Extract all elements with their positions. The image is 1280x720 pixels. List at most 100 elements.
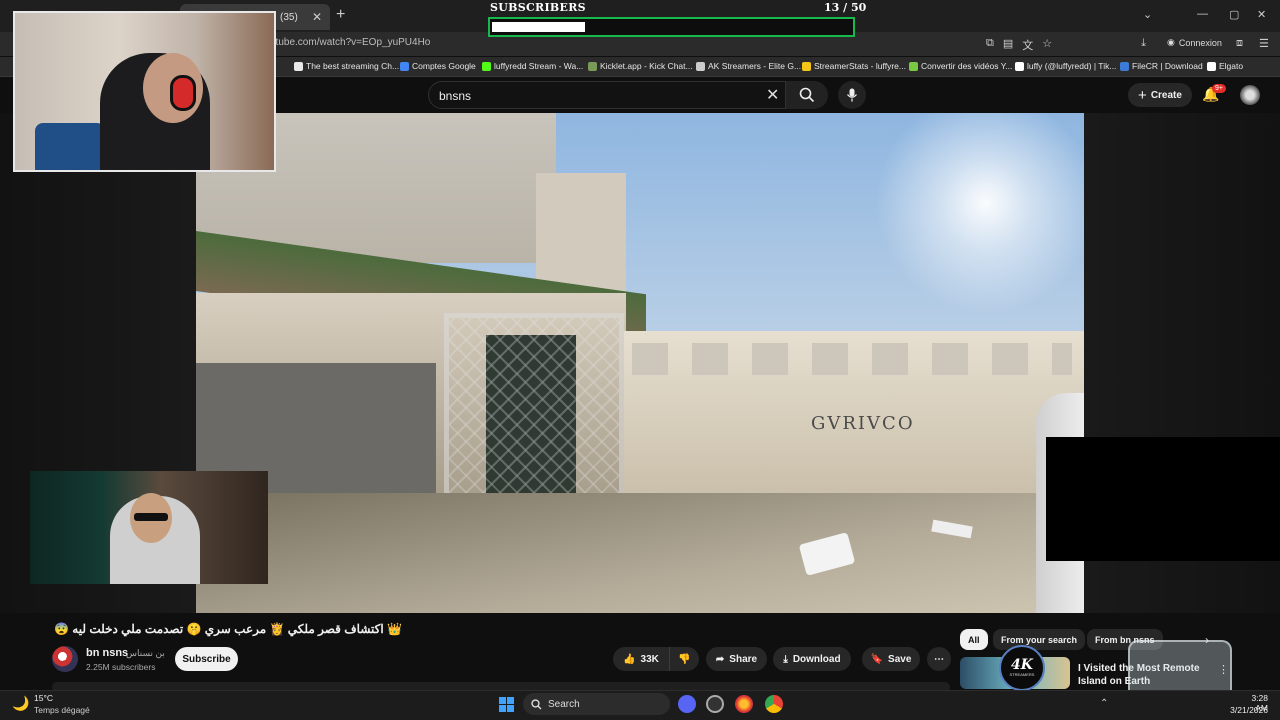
save-button[interactable]: 🔖 Save [862,647,920,671]
subscriber-goal-label: SUBSCRIBERS [490,1,586,14]
video-title: 😨 اكتشاف قصر ملكي 👸 مرعب سري 🤫 تصدمت ملي… [54,622,402,636]
weather-status[interactable]: Temps dégagé [34,705,90,715]
bookmark-label: Kicklet.app - Kick Chat... [600,61,693,71]
sunglasses [134,513,168,521]
minimize-icon[interactable]: — [1197,8,1208,20]
firefox-icon[interactable] [735,695,753,713]
moon-icon[interactable]: 🌙 [12,695,29,712]
windows-start-icon[interactable] [499,697,514,712]
bookmark-label: The best streaming Ch... [306,61,400,71]
bookmark-label: Elgato [1219,61,1244,71]
account-avatar[interactable] [1240,85,1260,105]
notification-badge: 9+ [1212,84,1226,93]
clear-search-icon[interactable]: ✕ [766,85,779,105]
save-label: Save [888,653,912,665]
more-actions-icon[interactable]: ⋯ [927,647,951,671]
chair [35,123,105,170]
bookmark-item[interactable]: The best streaming Ch... [294,61,399,71]
close-window-icon[interactable]: ✕ [1257,8,1266,21]
connexion-button[interactable]: ◉ Connexion [1167,37,1222,48]
subscribe-button[interactable]: Subscribe [175,647,238,671]
bookmark-star-icon[interactable]: ☆ [1042,37,1052,53]
maximize-icon[interactable]: ▢ [1229,8,1239,21]
bookmark-favicon-icon [696,61,705,71]
taskbar-search-label: Search [548,698,580,710]
chip-from-your-search[interactable]: From your search [993,629,1086,650]
subscriber-goal-fill [492,22,585,32]
bookmark-item[interactable]: Elgato [1207,61,1243,71]
bookmark-favicon-icon [400,61,409,71]
picture-in-picture-icon[interactable]: ⧉ [986,37,994,53]
bookmark-favicon-icon [294,61,303,71]
bookmark-favicon-icon [802,61,811,71]
subscriber-goal-count: 13 / 50 [824,1,867,14]
bookmark-item[interactable]: FileCR | Download [1120,61,1203,71]
tab-label: (35) [280,11,298,23]
url-text[interactable]: utube.com/watch?v=EOp_yuPU4Ho [270,37,430,48]
headphones [170,75,196,111]
share-icon: ➦ [715,653,725,665]
chrome-icon[interactable] [765,695,783,713]
download-label: Download [792,653,841,665]
bookmark-label: Comptes Google [412,61,476,71]
temperature[interactable]: 15°C [34,693,53,703]
search-button[interactable] [786,81,828,109]
taskbar-search[interactable]: Search [523,693,670,715]
bookmark-icon: 🔖 [870,653,884,665]
sun-glare [856,113,1084,333]
bookmark-label: Convertir des vidéos Y... [921,61,1013,71]
extensions-icon[interactable]: ⧈ [1236,37,1243,50]
dislike-button[interactable]: 👎 [669,647,699,671]
bookmark-label: FileCR | Download [1132,61,1203,71]
tab-list-icon[interactable]: ⌄ [1143,8,1152,21]
bookmark-item[interactable]: Convertir des vidéos Y... [909,61,1012,71]
plus-icon: + [1138,86,1147,104]
bookmark-item[interactable]: luffyredd Stream - Wa... [482,61,583,71]
search-input[interactable]: bnsns [428,81,786,109]
close-tab-icon[interactable]: ✕ [312,10,322,24]
channel-name-arabic[interactable]: بن نسناس [126,648,165,659]
bookmark-item[interactable]: Kicklet.app - Kick Chat... [588,61,693,71]
channel-name[interactable]: bn nsns [86,647,128,659]
bookmark-favicon-icon [482,61,491,71]
video-player[interactable]: GVRIVCO [196,113,1084,613]
bookmark-label: luffy (@luffyredd) | Tik... [1027,61,1117,71]
bookmark-item[interactable]: luffy (@luffyredd) | Tik... [1015,61,1116,71]
bookmark-label: AK Streamers - Elite G... [708,61,802,71]
search-icon [799,87,815,103]
reader-mode-icon[interactable]: ▤ [1003,37,1013,53]
tray-chevron-icon[interactable]: ⌃ [1100,698,1108,709]
search-icon [531,698,542,709]
translate-icon[interactable]: 文 [1022,37,1033,53]
channel-avatar[interactable] [52,646,78,672]
screen: (35) ✕ + ⌄ — ▢ ✕ utube.com/watch?v=EOp_y… [0,0,1280,720]
address-bar-icons: ⧉ ▤ 文 ☆ ⤓ [986,37,1146,53]
discord-icon[interactable] [678,695,696,713]
streamer-webcam [13,11,276,172]
bookmark-label: StreamerStats - luffyre... [814,61,906,71]
profile-icon: ◉ [1167,37,1175,47]
menu-icon[interactable]: ☰ [1259,37,1269,50]
bookmark-favicon-icon [1120,61,1129,71]
black-overlay-box [1046,437,1280,561]
bookmark-favicon-icon [588,61,597,71]
downloads-icon[interactable]: ⤓ [1141,37,1146,53]
new-tab-icon[interactable]: + [336,6,345,24]
download-button[interactable]: ⤓ Download [773,647,851,671]
ak-logo-text: 4K [1011,657,1033,673]
like-button[interactable]: 👍 33K [613,647,669,671]
bookmark-item[interactable]: StreamerStats - luffyre... [802,61,906,71]
wall-graffiti: GVRIVCO [811,413,915,434]
subscriber-goal-bar [488,17,855,37]
voice-search-button[interactable] [838,81,866,109]
lattice-frame [444,313,624,513]
obs-icon[interactable] [706,695,724,713]
share-button[interactable]: ➦ Share [706,647,767,671]
bookmark-favicon-icon [1207,61,1216,71]
chip-all[interactable]: All [960,629,988,650]
bookmark-item[interactable]: Comptes Google [400,61,476,71]
bookmark-favicon-icon [909,61,918,71]
bookmark-item[interactable]: AK Streamers - Elite G... [696,61,801,71]
clock-date[interactable]: 3/21/2026 [1228,705,1268,715]
create-button[interactable]: + Create [1128,83,1192,107]
